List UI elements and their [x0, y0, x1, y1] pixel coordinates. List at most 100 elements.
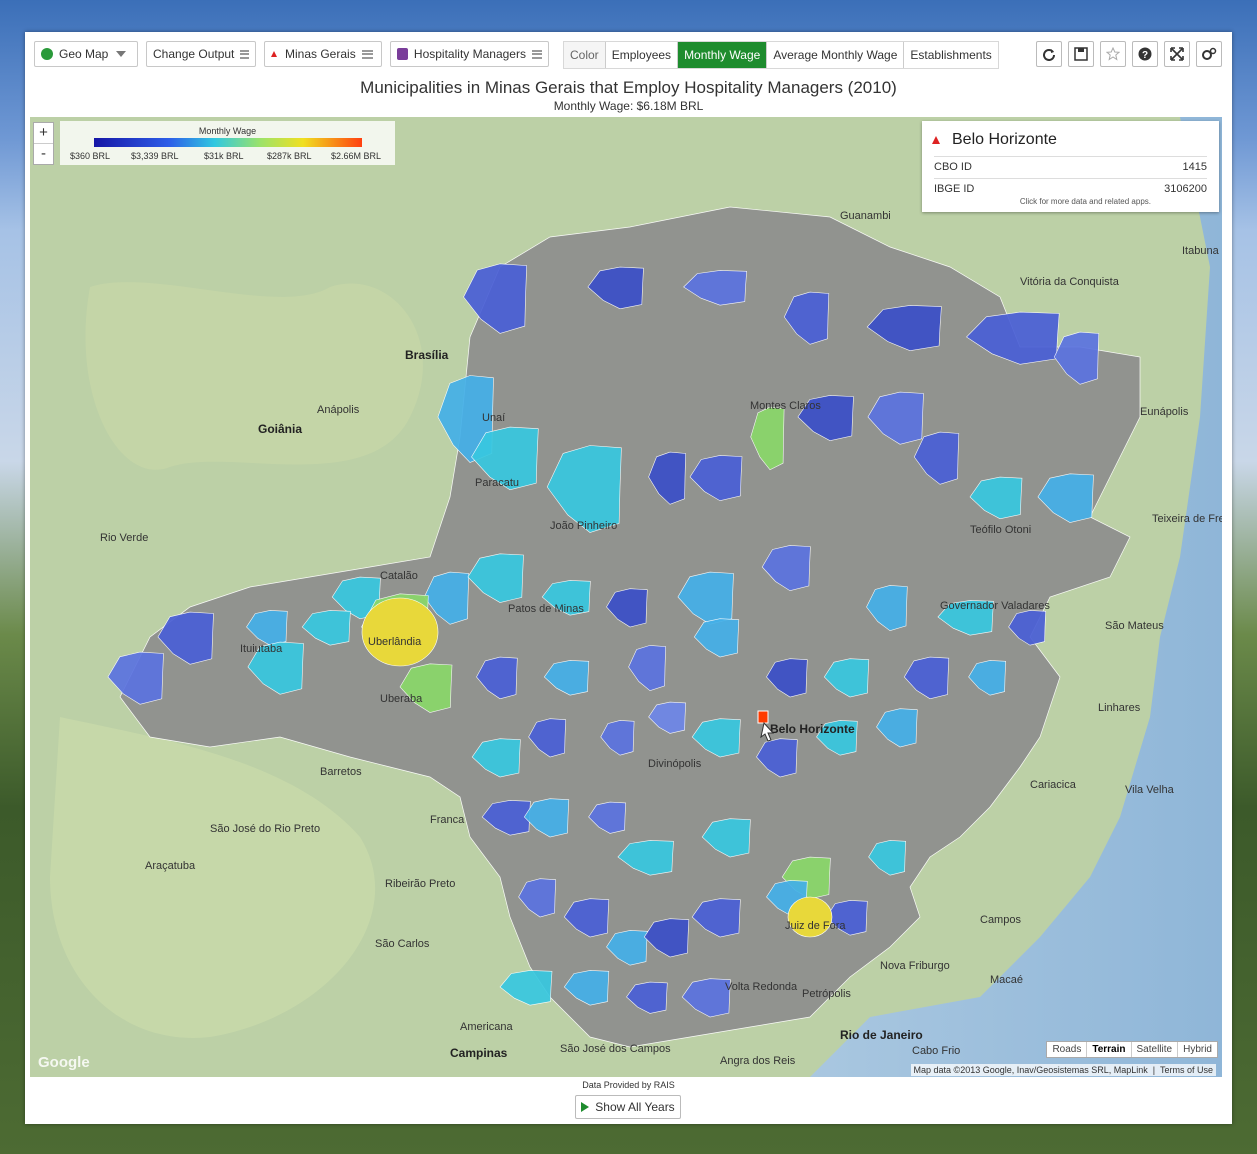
- legend-tick: $360 BRL: [70, 151, 111, 161]
- zoom-control: + -: [33, 122, 54, 165]
- legend-tick: $3,339 BRL: [131, 151, 179, 161]
- geo-map-dropdown[interactable]: Geo Map: [34, 41, 138, 67]
- list-icon: [531, 49, 543, 59]
- refresh-icon: [1043, 49, 1055, 61]
- map-type-satellite[interactable]: Satellite: [1130, 1042, 1178, 1057]
- city-label: Catalão: [380, 570, 418, 582]
- settings-button[interactable]: [1196, 41, 1222, 67]
- city-label: Rio Verde: [100, 532, 148, 544]
- city-label: Governador Valadares: [940, 600, 1050, 612]
- map-canvas[interactable]: Brasília Goiânia Anápolis Rio Verde Catalão B…: [30, 117, 1222, 1077]
- zoom-in-button[interactable]: +: [34, 123, 53, 143]
- page-title: Municipalities in Minas Gerais that Empl…: [360, 78, 897, 97]
- city-label: Ituiutaba: [240, 643, 283, 655]
- city-label: Itabuna: [1182, 245, 1220, 257]
- city-label: Teixeira de Freitas: [1152, 513, 1222, 525]
- map-type-roads[interactable]: Roads: [1047, 1042, 1086, 1057]
- city-label: João Pinheiro: [550, 520, 617, 532]
- fullscreen-button[interactable]: [1164, 41, 1190, 67]
- city-label: Rio de Janeiro: [840, 1028, 923, 1042]
- city-label: Barretos: [320, 766, 362, 778]
- occupation-label: Hospitality Managers: [413, 47, 526, 61]
- city-label: Uberaba: [380, 693, 423, 705]
- city-label: Franca: [430, 814, 465, 826]
- city-label: São José do Rio Preto: [210, 823, 320, 835]
- play-icon: [581, 1102, 590, 1112]
- city-label: Eunápolis: [1140, 406, 1189, 418]
- city-label: Campinas: [450, 1046, 508, 1060]
- color-option-establishments[interactable]: Establishments: [903, 42, 998, 68]
- change-output-label: Change Output: [153, 47, 235, 61]
- cbo-id-row: CBO ID 1415: [934, 156, 1207, 177]
- cbo-id-label: CBO ID: [934, 161, 972, 173]
- city-label: Uberlândia: [368, 636, 422, 648]
- occupation-selector[interactable]: Hospitality Managers: [390, 41, 549, 67]
- city-label: Divinópolis: [648, 758, 702, 770]
- google-logo: Google: [38, 1054, 90, 1071]
- map-type-hybrid[interactable]: Hybrid: [1177, 1042, 1217, 1057]
- ibge-id-row: IBGE ID 3106200: [934, 178, 1207, 199]
- municipality-shape[interactable]: [361, 597, 439, 667]
- map-type-control: Roads Terrain Satellite Hybrid: [1046, 1041, 1218, 1058]
- app-card: Geo Map Change Output Minas Gerais Hospi…: [25, 32, 1232, 1124]
- city-label: Unaí: [482, 412, 505, 424]
- city-label: Linhares: [1098, 702, 1141, 714]
- color-option-employees[interactable]: Employees: [604, 42, 678, 68]
- color-option-monthly-wage[interactable]: Monthly Wage: [677, 42, 767, 68]
- star-icon: [1106, 47, 1120, 61]
- city-label: São Carlos: [375, 938, 430, 950]
- color-selector: Color Employees Monthly Wage Average Mon…: [563, 41, 999, 69]
- cbo-id-value: 1415: [1182, 161, 1207, 173]
- show-all-years-button[interactable]: Show All Years: [575, 1095, 681, 1119]
- list-icon: [240, 49, 249, 59]
- legend-tick: $31k BRL: [204, 151, 244, 161]
- ibge-id-value: 3106200: [1164, 183, 1207, 195]
- map-type-terrain[interactable]: Terrain: [1086, 1042, 1130, 1057]
- save-icon: [1074, 47, 1088, 61]
- city-label: Paracatu: [475, 477, 519, 489]
- location-selector[interactable]: Minas Gerais: [264, 41, 382, 67]
- globe-icon: [41, 48, 53, 60]
- location-label: Minas Gerais: [285, 47, 356, 61]
- save-button[interactable]: [1068, 41, 1094, 67]
- zoom-out-button[interactable]: -: [34, 143, 53, 164]
- ibge-id-label: IBGE ID: [934, 183, 975, 195]
- legend-tick: $2.66M BRL: [331, 151, 382, 161]
- geo-map[interactable]: Brasília Goiânia Anápolis Rio Verde Catalão B…: [30, 117, 1222, 1077]
- city-label: Anápolis: [317, 404, 360, 416]
- city-label: Ribeirão Preto: [385, 878, 455, 890]
- tooltip-title: Belo Horizonte: [952, 131, 1057, 148]
- tooltip-note[interactable]: Click for more data and related apps.: [922, 197, 1151, 206]
- map-attribution: Map data ©2013 Google, Inav/Geosistemas …: [910, 1064, 1216, 1076]
- city-label: Araçatuba: [145, 860, 196, 872]
- city-label: Brasília: [405, 348, 449, 362]
- toolbar: Geo Map Change Output Minas Gerais Hospi…: [34, 41, 1224, 69]
- change-output-button[interactable]: Change Output: [146, 41, 256, 67]
- location-marker-icon: [932, 136, 940, 144]
- city-label: Cariacica: [1030, 779, 1077, 791]
- gears-icon: [1202, 47, 1217, 60]
- legend-title: Monthly Wage: [198, 126, 257, 136]
- color-option-average-monthly-wage[interactable]: Average Monthly Wage: [766, 42, 904, 68]
- occupation-icon: [397, 48, 408, 60]
- city-label: Macaé: [990, 974, 1023, 986]
- city-label: Belo Horizonte: [770, 722, 855, 736]
- tooltip-infobox[interactable]: Belo Horizonte CBO ID 1415 IBGE ID 31062…: [922, 121, 1219, 212]
- refresh-button[interactable]: [1036, 41, 1062, 67]
- star-button[interactable]: [1100, 41, 1126, 67]
- data-source-note: Data Provided by RAIS: [582, 1080, 675, 1090]
- help-button[interactable]: ?: [1132, 41, 1158, 67]
- city-label: Teófilo Otoni: [970, 524, 1031, 536]
- city-label: Vitória da Conquista: [1020, 276, 1120, 288]
- city-label: Cabo Frio: [912, 1045, 960, 1057]
- color-legend: Monthly Wage $360 BRL $3,339 BRL $31k BR…: [60, 121, 395, 165]
- attribution-text: Map data ©2013 Google, Inav/Geosistemas …: [913, 1065, 1148, 1075]
- legend-tick: $287k BRL: [267, 151, 312, 161]
- expand-icon: [1170, 47, 1184, 61]
- city-label: Petrópolis: [802, 988, 851, 1000]
- location-marker-icon: [271, 51, 277, 57]
- list-icon: [361, 49, 373, 59]
- city-label: Montes Claros: [750, 400, 821, 412]
- color-label: Color: [570, 48, 599, 62]
- terms-link[interactable]: Terms of Use: [1160, 1065, 1213, 1075]
